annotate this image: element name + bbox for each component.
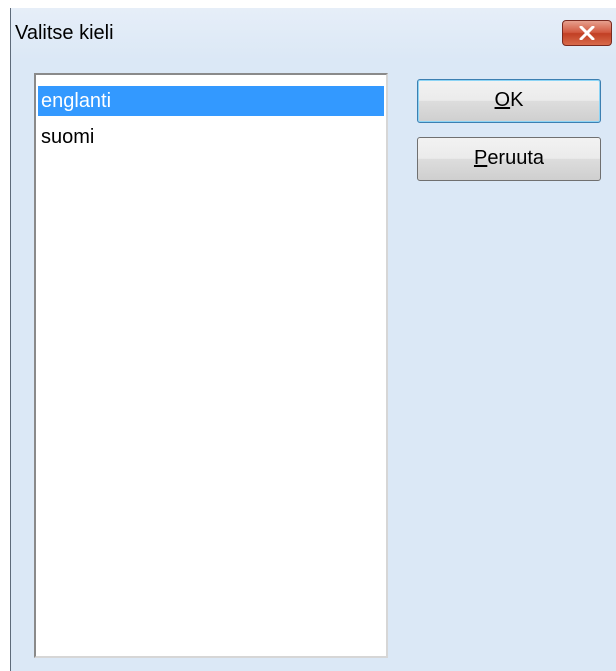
ok-button-accelerator: O (494, 89, 511, 111)
list-item-suomi[interactable]: suomi (38, 122, 384, 152)
language-listbox[interactable]: englanti suomi (34, 73, 388, 658)
list-item-englanti[interactable]: englanti (38, 86, 384, 116)
ok-button-label: K (510, 89, 524, 111)
cancel-button[interactable]: Peruuta (417, 137, 601, 181)
dialog-window: Valitse kieli englanti suomi OK Peruuta (10, 8, 616, 671)
cancel-button-label: eruuta (487, 147, 545, 169)
ok-button[interactable]: OK (417, 79, 601, 123)
window-title: Valitse kieli (15, 22, 114, 44)
title-bar[interactable]: Valitse kieli (11, 8, 616, 60)
close-button[interactable] (562, 20, 612, 46)
cancel-button-accelerator: P (473, 147, 488, 169)
close-icon (579, 26, 595, 40)
